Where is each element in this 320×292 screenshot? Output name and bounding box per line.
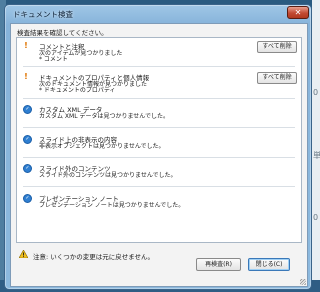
- item-detail: * コメント: [39, 56, 68, 63]
- document-text: 0: [313, 88, 319, 97]
- dialog-content: 検査結果を確認してください。 ! コメントと注釈 次のアイテムが見つかりました …: [10, 23, 308, 287]
- results-list: ! コメントと注釈 次のアイテムが見つかりました * コメント すべて削除 ! …: [16, 37, 302, 243]
- result-item-custom-xml: ✓ カスタム XML データ カスタム XML データは見つかりませんでした。: [17, 101, 301, 123]
- exclamation-icon: !: [24, 41, 28, 50]
- remove-all-button[interactable]: すべて削除: [257, 72, 297, 84]
- resize-grip[interactable]: [300, 279, 306, 285]
- check-icon: ✓: [23, 194, 32, 203]
- document-text: 0: [313, 213, 319, 222]
- document-text: 単: [313, 151, 320, 160]
- result-item-offslide-content: ✓ スライド外のコンテンツ スライド外のコンテンツは見つかりませんでした。: [17, 160, 301, 182]
- reinspect-button[interactable]: 再検査(R): [196, 258, 241, 271]
- divider: [23, 186, 295, 187]
- divider: [23, 98, 295, 99]
- check-icon: ✓: [23, 135, 32, 144]
- check-icon: ✓: [23, 164, 32, 173]
- close-icon[interactable]: ✕: [287, 6, 309, 19]
- result-item-hidden-content: ✓ スライド上の非表示の内容 非表示オブジェクトは見つかりませんでした。: [17, 131, 301, 153]
- result-item-properties: ! ドキュメントのプロパティと個人情報 次のドキュメント情報が見つかりました *…: [17, 69, 301, 94]
- warning-note: 注意: いくつかの変更は元に戻せません。: [33, 253, 155, 261]
- item-detail: カスタム XML データは見つかりませんでした。: [39, 113, 169, 120]
- divider: [23, 66, 295, 67]
- item-detail: * ドキュメントのプロパティ: [39, 87, 116, 94]
- item-detail: 非表示オブジェクトは見つかりませんでした。: [39, 143, 165, 150]
- check-icon: ✓: [23, 105, 32, 114]
- result-item-comments: ! コメントと注釈 次のアイテムが見つかりました * コメント すべて削除: [17, 38, 301, 63]
- instruction-text: 検査結果を確認してください。: [17, 29, 108, 37]
- item-detail: スライド外のコンテンツは見つかりませんでした。: [39, 172, 177, 179]
- item-detail: プレゼンテーション ノートは見つかりませんでした。: [39, 202, 185, 209]
- result-item-presentation-notes: ✓ プレゼンテーション ノート プレゼンテーション ノートは見つかりませんでした…: [17, 190, 301, 212]
- document-behind: 0 単 0: [312, 0, 320, 292]
- divider: [23, 157, 295, 158]
- remove-all-button[interactable]: すべて削除: [257, 41, 297, 53]
- exclamation-icon: !: [24, 72, 28, 81]
- divider: [23, 127, 295, 128]
- warning-triangle-icon: [19, 250, 28, 258]
- window-title: ドキュメント検査: [13, 10, 73, 19]
- titlebar: ドキュメント検査 ✕: [5, 5, 311, 23]
- close-button[interactable]: 閉じる(C): [248, 258, 290, 271]
- document-inspector-dialog: ドキュメント検査 ✕ 検査結果を確認してください。 ! コメントと注釈 次のアイ…: [4, 4, 312, 290]
